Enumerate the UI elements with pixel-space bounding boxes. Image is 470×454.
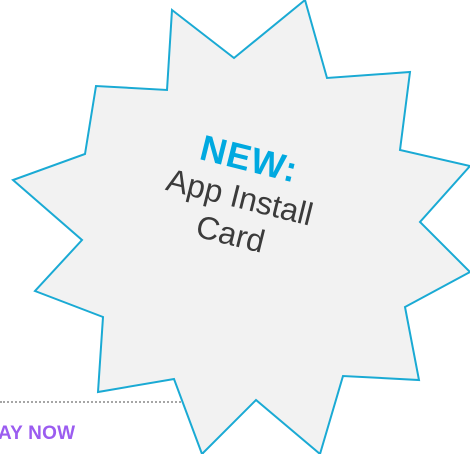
canvas: AY NOW NEW: App Install Card	[0, 0, 470, 454]
